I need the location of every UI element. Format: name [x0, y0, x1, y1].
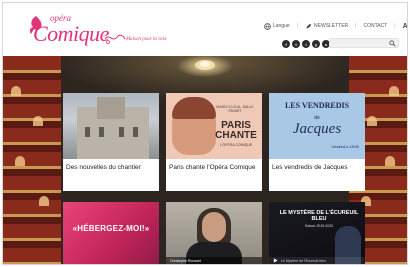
card-caption: Des nouvelles du chantier: [66, 164, 141, 171]
building-shape: [97, 97, 125, 119]
social-links: f t i y s: [282, 40, 330, 48]
search-icon[interactable]: [389, 40, 396, 47]
lamp: [15, 156, 25, 166]
poster-title: LES VENDREDIS: [284, 101, 350, 110]
nav-font-size[interactable]: Aa: [402, 22, 408, 30]
page-frame: opéra Comique Maison pour la voix Langue…: [2, 2, 408, 265]
instagram-icon[interactable]: i: [302, 40, 310, 48]
nav-separator: |: [355, 23, 357, 29]
facebook-icon[interactable]: f: [282, 40, 290, 48]
window-shape: [85, 127, 90, 137]
globe-icon: [264, 22, 271, 30]
poster-title: «HÉBERGEZ-MOI!»: [72, 224, 150, 233]
news-card-hebergez-moi[interactable]: «HÉBERGEZ-MOI!»: [63, 202, 159, 264]
twitter-icon[interactable]: t: [292, 40, 300, 48]
window-shape: [99, 127, 104, 137]
card-image: LES VENDREDIS de Jacques Vendredi à 12h3…: [269, 93, 365, 159]
lamp: [33, 116, 43, 126]
poster-time: Vendredi à 12h30: [331, 145, 359, 149]
card-video[interactable]: Christophe Rousset: [166, 202, 262, 264]
nav-separator: |: [296, 23, 298, 29]
news-card-mystere[interactable]: LE MYSTÈRE DE L'ÉCUREUIL BLEU Saison 201…: [269, 202, 365, 264]
nav-language-label: Langue: [273, 23, 290, 29]
chandelier-icon: [195, 60, 215, 70]
poster-date: MARDI 10 JUIL. SALLE FAVART: [216, 105, 254, 113]
nav-contact[interactable]: CONTACT: [363, 23, 387, 29]
logo-ornament-icon: [104, 34, 126, 44]
lamp: [39, 196, 49, 206]
poster-title: PARIS CHANTE: [215, 120, 257, 141]
nav-separator: |: [394, 23, 396, 29]
video-caption: Christophe Rousset: [170, 259, 201, 263]
card-caption: Les vendredis de Jacques: [272, 164, 348, 171]
card-video[interactable]: LE MYSTÈRE DE L'ÉCUREUIL BLEU Saison 201…: [269, 202, 365, 264]
balcony-left: [3, 56, 61, 264]
card-image: [63, 93, 159, 159]
lamp: [385, 156, 395, 166]
news-card-chantier[interactable]: Des nouvelles du chantier: [63, 93, 159, 191]
nav-contact-label: CONTACT: [363, 23, 388, 29]
font-size-icon: Aa: [402, 22, 408, 30]
poster-subtitle: L'OPÉRA COMIQUE: [219, 143, 253, 147]
card-caption: Paris chante l'Opéra Comique: [169, 164, 256, 171]
nav-newsletter[interactable]: NEWSLETTER: [305, 23, 348, 30]
nav-newsletter-label: NEWSLETTER: [314, 23, 349, 29]
news-card-video[interactable]: Christophe Rousset: [166, 202, 262, 264]
news-card-paris-chante[interactable]: MARDI 10 JUIL. SALLE FAVART PARIS CHANTE…: [166, 93, 262, 191]
lamp: [367, 116, 377, 126]
card-image: MARDI 10 JUIL. SALLE FAVART PARIS CHANTE…: [166, 93, 262, 159]
face-shape: [202, 212, 226, 242]
tagline: Maison pour la voix: [126, 37, 167, 42]
nav-language[interactable]: Langue: [264, 22, 290, 30]
pencil-icon: [306, 23, 312, 29]
window-shape: [119, 127, 124, 137]
news-card-vendredis[interactable]: LES VENDREDIS de Jacques Vendredi à 12h3…: [269, 93, 365, 191]
lamp: [389, 86, 399, 96]
window-shape: [133, 127, 138, 137]
hair-shape: [172, 97, 216, 119]
poster-name: Jacques: [292, 121, 342, 137]
logo-comique-text[interactable]: Comique: [33, 21, 109, 47]
youtube-icon[interactable]: y: [312, 40, 320, 48]
play-icon[interactable]: [273, 258, 278, 263]
poster-title: LE MYSTÈRE DE L'ÉCUREUIL BLEU: [279, 210, 359, 222]
search-input[interactable]: [329, 38, 399, 48]
video-caption: Le Mystère de l'Écureuil bleu: [281, 259, 326, 263]
top-navigation: Langue | NEWSLETTER | CONTACT | Aa |: [264, 20, 408, 32]
lamp: [11, 86, 21, 96]
site-header: opéra Comique Maison pour la voix Langue…: [3, 3, 407, 56]
card-image: «HÉBERGEZ-MOI!»: [63, 202, 159, 264]
